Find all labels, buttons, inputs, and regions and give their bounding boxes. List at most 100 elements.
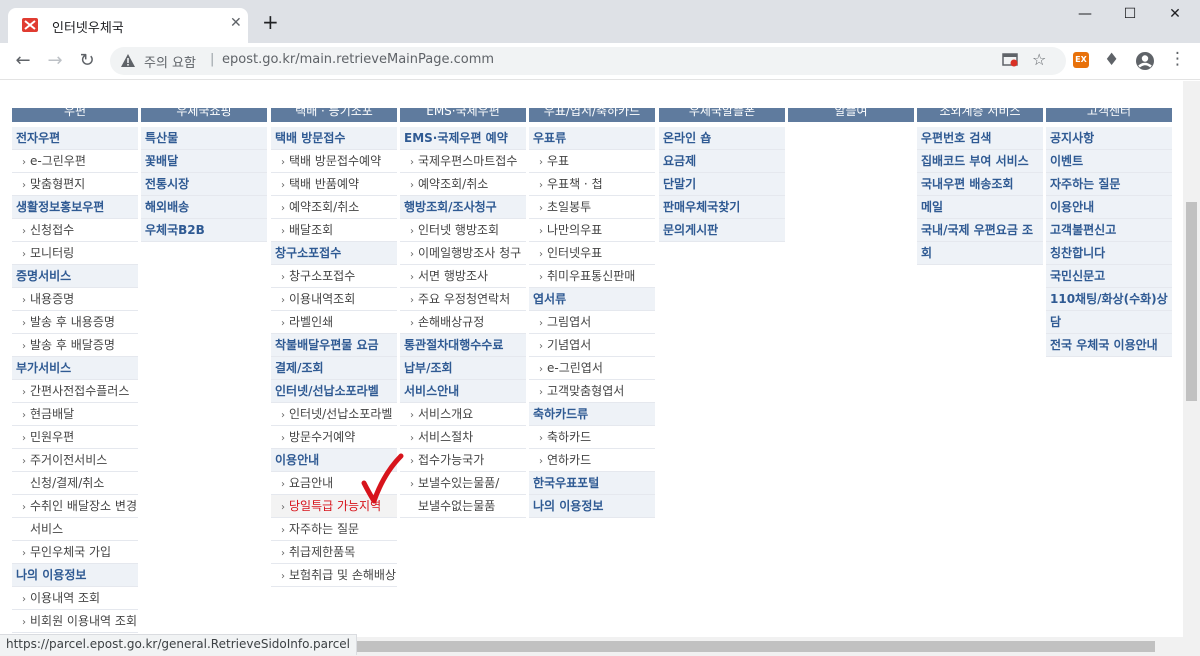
menu-sub-link[interactable]: › e-그린엽서	[529, 357, 655, 380]
menu-sub-link[interactable]: › 라벨인쇄	[271, 311, 397, 334]
security-label[interactable]: 주의 요함	[144, 52, 196, 71]
menu-category-link[interactable]: 자주하는 질문	[1046, 173, 1172, 196]
menu-category-link[interactable]: 온라인 숍	[659, 127, 785, 150]
menu-category-link[interactable]: 부가서비스	[12, 357, 138, 380]
menu-category-link[interactable]: 우편번호 검색	[917, 127, 1043, 150]
menu-sub-link[interactable]: › e-그린우편	[12, 150, 138, 173]
menu-category-link[interactable]: 특산물	[141, 127, 267, 150]
menu-sub-link[interactable]: › 우표	[529, 150, 655, 173]
menu-category-link[interactable]: 고객불편신고	[1046, 219, 1172, 242]
menu-category-link[interactable]: 전통시장	[141, 173, 267, 196]
menu-category-link[interactable]: 메일	[917, 196, 1043, 219]
menu-category-link[interactable]: 문의게시판	[659, 219, 785, 242]
menu-sub-link[interactable]: › 간편사전접수플러스	[12, 380, 138, 403]
forward-arrow-icon[interactable]: →	[44, 51, 66, 73]
profile-avatar-icon[interactable]	[1135, 51, 1155, 71]
menu-category-link[interactable]: 110채팅/화상(수화)상	[1046, 288, 1172, 311]
menu-category-link[interactable]: 우표류	[529, 127, 655, 150]
address-bar[interactable]: 주의 요함 | epost.go.kr/main.retrieveMainPag…	[110, 47, 1066, 75]
new-tab-button[interactable]: +	[262, 12, 279, 32]
menu-sub-link[interactable]: › 신청접수	[12, 219, 138, 242]
menu-sub-link[interactable]: › 택배 반품예약	[271, 173, 397, 196]
menu-sub-link[interactable]: › 택배 방문접수예약	[271, 150, 397, 173]
menu-column-header[interactable]: EMS·국제우편	[400, 108, 526, 122]
menu-sub-link[interactable]: › 인터넷 행방조회	[400, 219, 526, 242]
minimize-button[interactable]: —	[1070, 6, 1100, 26]
menu-sub-link[interactable]: › 창구소포접수	[271, 265, 397, 288]
menu-sub-link[interactable]: › 이용내역 조회	[12, 587, 138, 610]
menu-sub-link[interactable]: › 우표책 · 첩	[529, 173, 655, 196]
menu-category-link[interactable]: 서비스안내	[400, 380, 526, 403]
menu-category-link[interactable]: 국내/국제 우편요금 조	[917, 219, 1043, 242]
menu-sub-link[interactable]: › 보낼수있는물품/	[400, 472, 526, 495]
menu-sub-link[interactable]: 보낼수없는물품	[400, 495, 526, 518]
menu-sub-link[interactable]: › 모니터링	[12, 242, 138, 265]
menu-sub-link[interactable]: › 현금배달	[12, 403, 138, 426]
bookmark-star-icon[interactable]: ☆	[1032, 50, 1046, 69]
menu-category-link[interactable]: 집배코드 부여 서비스	[917, 150, 1043, 173]
maximize-button[interactable]: ☐	[1115, 6, 1145, 26]
menu-sub-link[interactable]: › 서비스절차	[400, 426, 526, 449]
menu-sub-link[interactable]: 신청/결제/취소	[12, 472, 138, 495]
menu-category-link[interactable]: 한국우표포털	[529, 472, 655, 495]
menu-category-link[interactable]: 국내우편 배송조회	[917, 173, 1043, 196]
menu-category-link[interactable]: 요금제	[659, 150, 785, 173]
back-arrow-icon[interactable]: ←	[12, 51, 34, 73]
menu-column-header[interactable]: 알뜰여	[788, 108, 914, 122]
menu-category-link[interactable]: 회	[917, 242, 1043, 265]
menu-sub-link[interactable]: › 민원우편	[12, 426, 138, 449]
menu-column-header[interactable]: 우표/엽서/축하카드	[529, 108, 655, 122]
menu-category-link[interactable]: 국민신문고	[1046, 265, 1172, 288]
vertical-scrollbar[interactable]	[1183, 81, 1200, 637]
url-text[interactable]: epost.go.kr/main.retrieveMainPage.comm	[222, 52, 494, 67]
reload-icon[interactable]: ↻	[76, 51, 98, 73]
menu-column-header[interactable]: 소외계층 서비스	[917, 108, 1043, 122]
menu-category-link[interactable]: 택배 방문접수	[271, 127, 397, 150]
menu-sub-link[interactable]: › 맞춤형편지	[12, 173, 138, 196]
menu-column-header[interactable]: 택배 · 등기소포	[271, 108, 397, 122]
menu-sub-link[interactable]: › 서면 행방조사	[400, 265, 526, 288]
menu-sub-link[interactable]: › 내용증명	[12, 288, 138, 311]
menu-sub-link[interactable]: › 배달조회	[271, 219, 397, 242]
menu-category-link[interactable]: 전국 우체국 이용안내	[1046, 334, 1172, 357]
menu-category-link[interactable]: 엽서류	[529, 288, 655, 311]
menu-category-link[interactable]: 전자우편	[12, 127, 138, 150]
menu-sub-link[interactable]: › 무인우체국 가입	[12, 541, 138, 564]
menu-category-link[interactable]: 축하카드류	[529, 403, 655, 426]
menu-category-link[interactable]: 단말기	[659, 173, 785, 196]
menu-category-link[interactable]: EMS·국제우편 예약	[400, 127, 526, 150]
menu-sub-link[interactable]: › 초일봉투	[529, 196, 655, 219]
menu-column-header[interactable]: 고객센터	[1046, 108, 1172, 122]
window-close-button[interactable]: ✕	[1160, 6, 1190, 26]
menu-sub-link[interactable]: › 기념엽서	[529, 334, 655, 357]
menu-sub-link[interactable]: › 보험취급 및 손해배상	[271, 564, 397, 587]
menu-column-header[interactable]: 우체국알뜰폰	[659, 108, 785, 122]
menu-sub-link[interactable]: › 나만의우표	[529, 219, 655, 242]
menu-sub-link[interactable]: › 손해배상규정	[400, 311, 526, 334]
menu-category-link[interactable]: 우체국B2B	[141, 219, 267, 242]
horizontal-scroll-thumb[interactable]	[340, 641, 1155, 652]
popup-blocked-icon[interactable]	[1002, 53, 1018, 67]
menu-sub-link[interactable]: › 이메일행방조사 청구	[400, 242, 526, 265]
menu-category-link[interactable]: 생활정보홍보우편	[12, 196, 138, 219]
menu-sub-link[interactable]: › 접수가능국가	[400, 449, 526, 472]
menu-category-link[interactable]: 판매우체국찾기	[659, 196, 785, 219]
menu-sub-link[interactable]: › 비회원 이용내역 조회	[12, 610, 138, 633]
menu-category-link[interactable]: 꽃배달	[141, 150, 267, 173]
menu-sub-link[interactable]: › 취급제한품목	[271, 541, 397, 564]
menu-category-link[interactable]: 착불배달우편물 요금	[271, 334, 397, 357]
menu-category-link[interactable]: 해외배송	[141, 196, 267, 219]
extension-ex-icon[interactable]: EX	[1073, 52, 1089, 68]
menu-kebab-icon[interactable]: ⋮	[1169, 49, 1186, 69]
menu-category-link[interactable]: 칭찬합니다	[1046, 242, 1172, 265]
menu-category-link[interactable]: 행방조회/조사청구	[400, 196, 526, 219]
menu-sub-link[interactable]: › 국제우편스마트접수	[400, 150, 526, 173]
menu-sub-link[interactable]: › 취미우표통신판매	[529, 265, 655, 288]
menu-sub-link[interactable]: › 발송 후 내용증명	[12, 311, 138, 334]
menu-sub-link[interactable]: › 축하카드	[529, 426, 655, 449]
menu-category-link[interactable]: 통관절차대행수수료	[400, 334, 526, 357]
menu-sub-link[interactable]: › 예약조회/취소	[271, 196, 397, 219]
menu-category-link[interactable]: 납부/조회	[400, 357, 526, 380]
menu-category-link[interactable]: 나의 이용정보	[529, 495, 655, 518]
tab-close-icon[interactable]: ✕	[230, 15, 242, 31]
